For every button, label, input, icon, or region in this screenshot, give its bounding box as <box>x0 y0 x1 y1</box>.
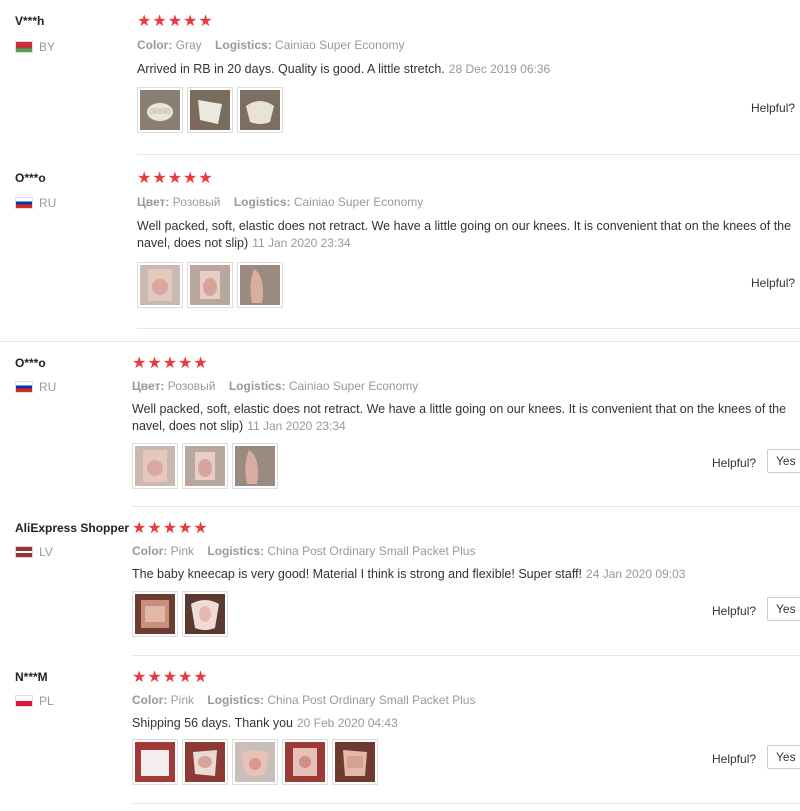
helpful-label: Helpful? <box>751 276 796 290</box>
reviewer-name: N***M <box>15 670 48 684</box>
flag-icon <box>15 695 33 707</box>
helpful-label: Helpful? <box>712 456 757 470</box>
review-photo[interactable] <box>237 262 283 308</box>
review-photo[interactable] <box>232 739 278 785</box>
review-photo[interactable] <box>182 443 228 489</box>
review-photo[interactable] <box>182 739 228 785</box>
helpful-yes-button[interactable]: Yes <box>767 449 800 473</box>
divider <box>132 655 800 656</box>
review-text: Arrived in RB in 20 days. Quality is goo… <box>137 62 551 76</box>
reviewer-country: LV <box>15 545 53 559</box>
star-rating: ★★★★★ <box>137 170 214 187</box>
review-text: Well packed, soft, elastic does not retr… <box>137 219 792 250</box>
divider <box>0 341 800 342</box>
helpful-label: Helpful? <box>751 101 796 115</box>
helpful-label: Helpful? <box>712 604 757 618</box>
reviewer-country: BY <box>15 40 55 54</box>
helpful-yes-button[interactable]: Yes <box>767 597 800 621</box>
reviewer-country: RU <box>15 380 56 394</box>
review-photo[interactable] <box>132 739 178 785</box>
review-sku-info: Color: Pink Logistics: China Post Ordina… <box>132 693 476 707</box>
star-rating: ★★★★★ <box>132 520 209 537</box>
review-text: Shipping 56 days. Thank you 20 Feb 2020 0… <box>132 716 398 730</box>
flag-icon <box>15 381 33 393</box>
review-photo[interactable] <box>137 87 183 133</box>
star-rating: ★★★★★ <box>132 669 209 686</box>
review-date: 11 Jan 2020 23:34 <box>252 236 351 250</box>
review-sku-info: Цвет: Розовый Logistics: Cainiao Super E… <box>132 379 419 393</box>
reviewer-country: RU <box>15 196 56 210</box>
review-sku-info: Color: Gray Logistics: Cainiao Super Eco… <box>137 38 405 52</box>
review-photos <box>132 739 378 785</box>
review-date: 20 Feb 2020 04:43 <box>297 716 398 730</box>
review-photo[interactable] <box>332 739 378 785</box>
helpful-yes-button[interactable]: Yes <box>767 745 800 769</box>
review-photos <box>137 262 283 308</box>
review-photos <box>137 87 283 133</box>
divider <box>137 328 800 329</box>
flag-icon <box>15 546 33 558</box>
reviewer-name: V***h <box>15 14 45 28</box>
divider <box>132 803 800 804</box>
review-date: 28 Dec 2019 06:36 <box>448 62 551 76</box>
reviewer-name: O***o <box>15 356 46 370</box>
review-photo[interactable] <box>187 87 233 133</box>
review-photo[interactable] <box>137 262 183 308</box>
review-sku-info: Цвет: Розовый Logistics: Cainiao Super E… <box>137 195 424 209</box>
reviewer-name: O***o <box>15 171 46 185</box>
review-photo[interactable] <box>187 262 233 308</box>
review-photo[interactable] <box>232 443 278 489</box>
reviewer-name: AliExpress Shopper <box>15 521 130 535</box>
review-sku-info: Color: Pink Logistics: China Post Ordina… <box>132 544 476 558</box>
review-photo[interactable] <box>132 443 178 489</box>
divider <box>137 154 800 155</box>
review-text: Well packed, soft, elastic does not retr… <box>132 402 787 433</box>
review-photo[interactable] <box>237 87 283 133</box>
review-date: 24 Jan 2020 09:03 <box>586 567 686 581</box>
star-rating: ★★★★★ <box>137 13 214 30</box>
flag-icon <box>15 41 33 53</box>
star-rating: ★★★★★ <box>132 355 209 372</box>
review-photo[interactable] <box>132 591 178 637</box>
helpful-label: Helpful? <box>712 752 757 766</box>
review-photo[interactable] <box>282 739 328 785</box>
review-photos <box>132 443 278 489</box>
review-photo[interactable] <box>182 591 228 637</box>
review-text: The baby kneecap is very good! Material … <box>132 567 686 581</box>
review-photos <box>132 591 228 637</box>
reviewer-country: PL <box>15 694 54 708</box>
divider <box>132 506 800 507</box>
review-date: 11 Jan 2020 23:34 <box>247 419 346 433</box>
flag-icon <box>15 197 33 209</box>
